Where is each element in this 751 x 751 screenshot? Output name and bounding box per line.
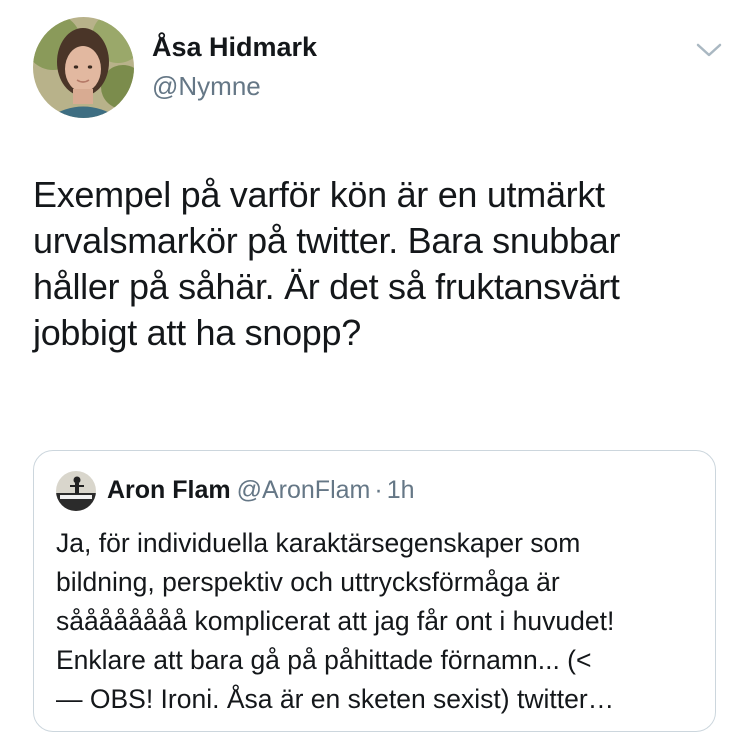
quoted-tweet-card[interactable]: Aron Flam @AronFlam · 1h Ja, för individuel… [33, 450, 716, 732]
quoted-text-line: Ja, för individuella karaktärsegenskaper… [56, 528, 581, 558]
tweet-text-line: håller på såhär. Är det så fruktansvärt [33, 266, 620, 307]
avatar-photo [33, 17, 134, 118]
author-handle[interactable]: @Nymne [152, 70, 261, 102]
author-display-name[interactable]: Åsa Hidmark [152, 30, 317, 64]
quoted-text-line: såååååååå komplicerat att jag får ont i … [56, 606, 615, 636]
quoted-text-line: bildning, perspektiv och uttrycksförmåga… [56, 567, 560, 597]
quoted-tweet-header: Aron Flam @AronFlam · 1h [107, 474, 415, 506]
quoted-tweet-timestamp[interactable]: 1h [387, 476, 415, 504]
avatar-photo [56, 471, 96, 511]
tweet: Åsa Hidmark @Nymne Exempel på varför kön… [0, 0, 751, 751]
quoted-author-avatar[interactable] [56, 471, 96, 511]
chevron-down-icon[interactable] [694, 38, 724, 62]
tweet-text-line: Exempel på varför kön är en utmärkt [33, 174, 605, 215]
quoted-text-line: — OBS! Ironi. Åsa är en sketen sexist) t… [56, 684, 615, 714]
author-avatar[interactable] [33, 17, 134, 118]
quoted-tweet-text: Ja, för individuella karaktärsegenskaper… [56, 524, 706, 719]
quoted-author-display-name[interactable]: Aron Flam [107, 476, 231, 504]
quoted-author-handle[interactable]: @AronFlam [237, 476, 371, 504]
tweet-text: Exempel på varför kön är en utmärkt urva… [33, 172, 723, 356]
tweet-text-line: jobbigt att ha snopp? [33, 312, 361, 353]
quoted-text-line: Enklare att bara gå på påhittade förnamn… [56, 645, 592, 675]
header-separator: · [374, 476, 383, 504]
tweet-text-line: urvalsmarkör på twitter. Bara snubbar [33, 220, 621, 261]
